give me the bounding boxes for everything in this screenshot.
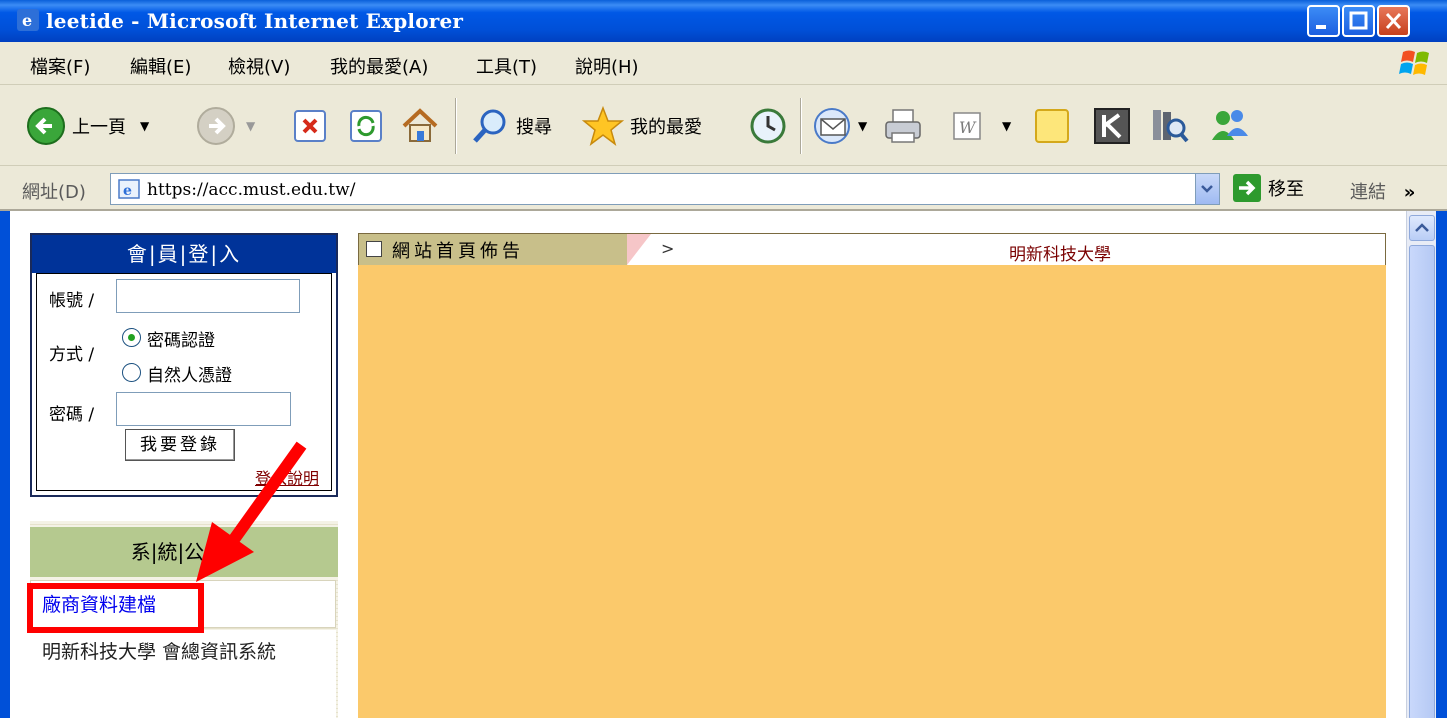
svg-text:e: e: [123, 183, 132, 199]
refresh-button[interactable]: [348, 101, 384, 151]
toolbar: 上一頁 ▼ ▼ 搜尋 我的最愛 ▼ W ▼: [0, 86, 1447, 166]
svg-text:W: W: [959, 118, 977, 137]
menu-view[interactable]: 檢視(V): [228, 53, 290, 79]
research-icon: [1153, 110, 1189, 143]
messenger-button[interactable]: [1208, 101, 1252, 151]
window-title: leetide - Microsoft Internet Explorer: [46, 9, 464, 33]
menu-tools[interactable]: 工具(T): [476, 53, 537, 79]
favorites-label: 我的最愛: [630, 117, 702, 138]
menu-file[interactable]: 檔案(F): [30, 53, 90, 79]
ie-icon: e: [17, 9, 39, 31]
highlight-box: [27, 583, 204, 633]
home-button[interactable]: [400, 101, 440, 151]
address-dropdown-button[interactable]: [1195, 174, 1219, 204]
printer-icon: [885, 109, 921, 143]
page-icon: e: [118, 179, 140, 199]
forward-dropdown-icon[interactable]: ▼: [246, 119, 255, 133]
search-icon: [473, 109, 506, 143]
scroll-up-button[interactable]: [1409, 215, 1435, 241]
edit-button[interactable]: W ▼: [950, 101, 1011, 151]
breadcrumb: >: [661, 239, 675, 258]
edit-dropdown-icon[interactable]: ▼: [1002, 119, 1011, 133]
mail-button[interactable]: ▼: [812, 101, 867, 151]
menu-favorites[interactable]: 我的最愛(A): [330, 53, 428, 79]
tab-label: 網站首頁佈告: [392, 241, 524, 262]
account-label: 帳號 /: [49, 291, 95, 311]
login-header: 會|員|登|入: [32, 235, 336, 273]
title-bar: e leetide - Microsoft Internet Explorer: [0, 0, 1447, 42]
address-input[interactable]: e https://acc.must.edu.tw/: [110, 173, 1220, 205]
stop-button[interactable]: [292, 101, 328, 151]
refresh-icon: [350, 110, 382, 142]
k-button[interactable]: [1092, 101, 1132, 151]
note-icon: [1035, 109, 1069, 143]
chevron-up-icon: [1415, 223, 1429, 232]
password-label: 密碼 /: [49, 405, 95, 425]
svg-text:e: e: [22, 11, 32, 30]
home-icon: [402, 108, 438, 142]
vertical-scrollbar[interactable]: [1406, 211, 1436, 718]
word-edit-icon: W: [953, 112, 981, 140]
radio-password-auth[interactable]: [122, 328, 141, 347]
k-icon: [1094, 108, 1130, 144]
menu-bar: 檔案(F) 編輯(E) 檢視(V) 我的最愛(A) 工具(T) 說明(H): [0, 42, 1447, 85]
links-label: 連結: [1350, 182, 1386, 203]
school-name: 明新科技大學: [1009, 245, 1111, 265]
star-icon: [582, 105, 624, 146]
search-button[interactable]: 搜尋: [470, 101, 552, 151]
go-label: 移至: [1268, 179, 1304, 200]
radio-password-auth-label: 密碼認證: [147, 331, 215, 351]
back-label: 上一頁: [72, 117, 126, 138]
research-button[interactable]: [1148, 101, 1190, 151]
square-icon: [366, 241, 382, 257]
tab-decoration: [627, 234, 651, 265]
mail-dropdown-icon[interactable]: ▼: [858, 119, 867, 133]
forward-arrow-icon: [197, 107, 235, 145]
toolbar-separator: [455, 98, 457, 154]
note-button[interactable]: [1032, 101, 1072, 151]
minimize-button[interactable]: [1307, 5, 1340, 37]
go-arrow-icon: [1233, 174, 1261, 202]
menu-edit[interactable]: 編輯(E): [130, 53, 191, 79]
radio-certificate-auth-label: 自然人憑證: [147, 366, 232, 386]
chevron-down-icon: [1201, 185, 1213, 193]
menu-help[interactable]: 說明(H): [575, 53, 639, 79]
method-label: 方式 /: [49, 345, 95, 365]
scroll-thumb[interactable]: [1409, 245, 1435, 718]
password-input[interactable]: [116, 392, 291, 426]
system-description: 明新科技大學 會總資訊系統: [42, 641, 277, 663]
tab-homepage-announcement[interactable]: 網站首頁佈告: [359, 234, 627, 265]
search-label: 搜尋: [516, 117, 552, 138]
back-dropdown-icon[interactable]: ▼: [140, 119, 149, 133]
chevron-right-icon: »: [1403, 182, 1416, 203]
address-label: 網址(D): [22, 182, 86, 203]
mail-icon: [814, 108, 850, 144]
address-url: https://acc.must.edu.tw/: [147, 180, 356, 200]
favorites-button[interactable]: 我的最愛: [582, 101, 702, 151]
stop-icon: [294, 110, 326, 142]
back-button[interactable]: 上一頁 ▼: [26, 101, 149, 151]
toolbar-separator: [800, 98, 802, 154]
arrow-annotation-icon: [196, 441, 307, 582]
back-arrow-icon: [27, 107, 65, 145]
maximize-button[interactable]: [1342, 5, 1375, 37]
windows-logo-icon: [1399, 50, 1429, 75]
print-button[interactable]: [882, 101, 924, 151]
window-border-left: [0, 211, 10, 718]
radio-certificate-auth[interactable]: [122, 363, 141, 382]
messenger-icon: [1212, 110, 1248, 140]
main-banner: 網站首頁佈告 > 明新科技大學: [358, 233, 1386, 265]
history-icon: [750, 108, 786, 144]
account-input[interactable]: [116, 279, 300, 313]
history-button[interactable]: [748, 101, 788, 151]
window-border-right: [1436, 211, 1447, 718]
close-button[interactable]: [1377, 5, 1410, 37]
forward-button[interactable]: ▼: [196, 101, 255, 151]
main-content-area: [358, 265, 1386, 718]
address-bar: 網址(D) e https://acc.must.edu.tw/ 移至 連結 »: [0, 167, 1447, 211]
go-button[interactable]: 移至: [1232, 173, 1304, 203]
links-button[interactable]: 連結 »: [1350, 178, 1415, 204]
